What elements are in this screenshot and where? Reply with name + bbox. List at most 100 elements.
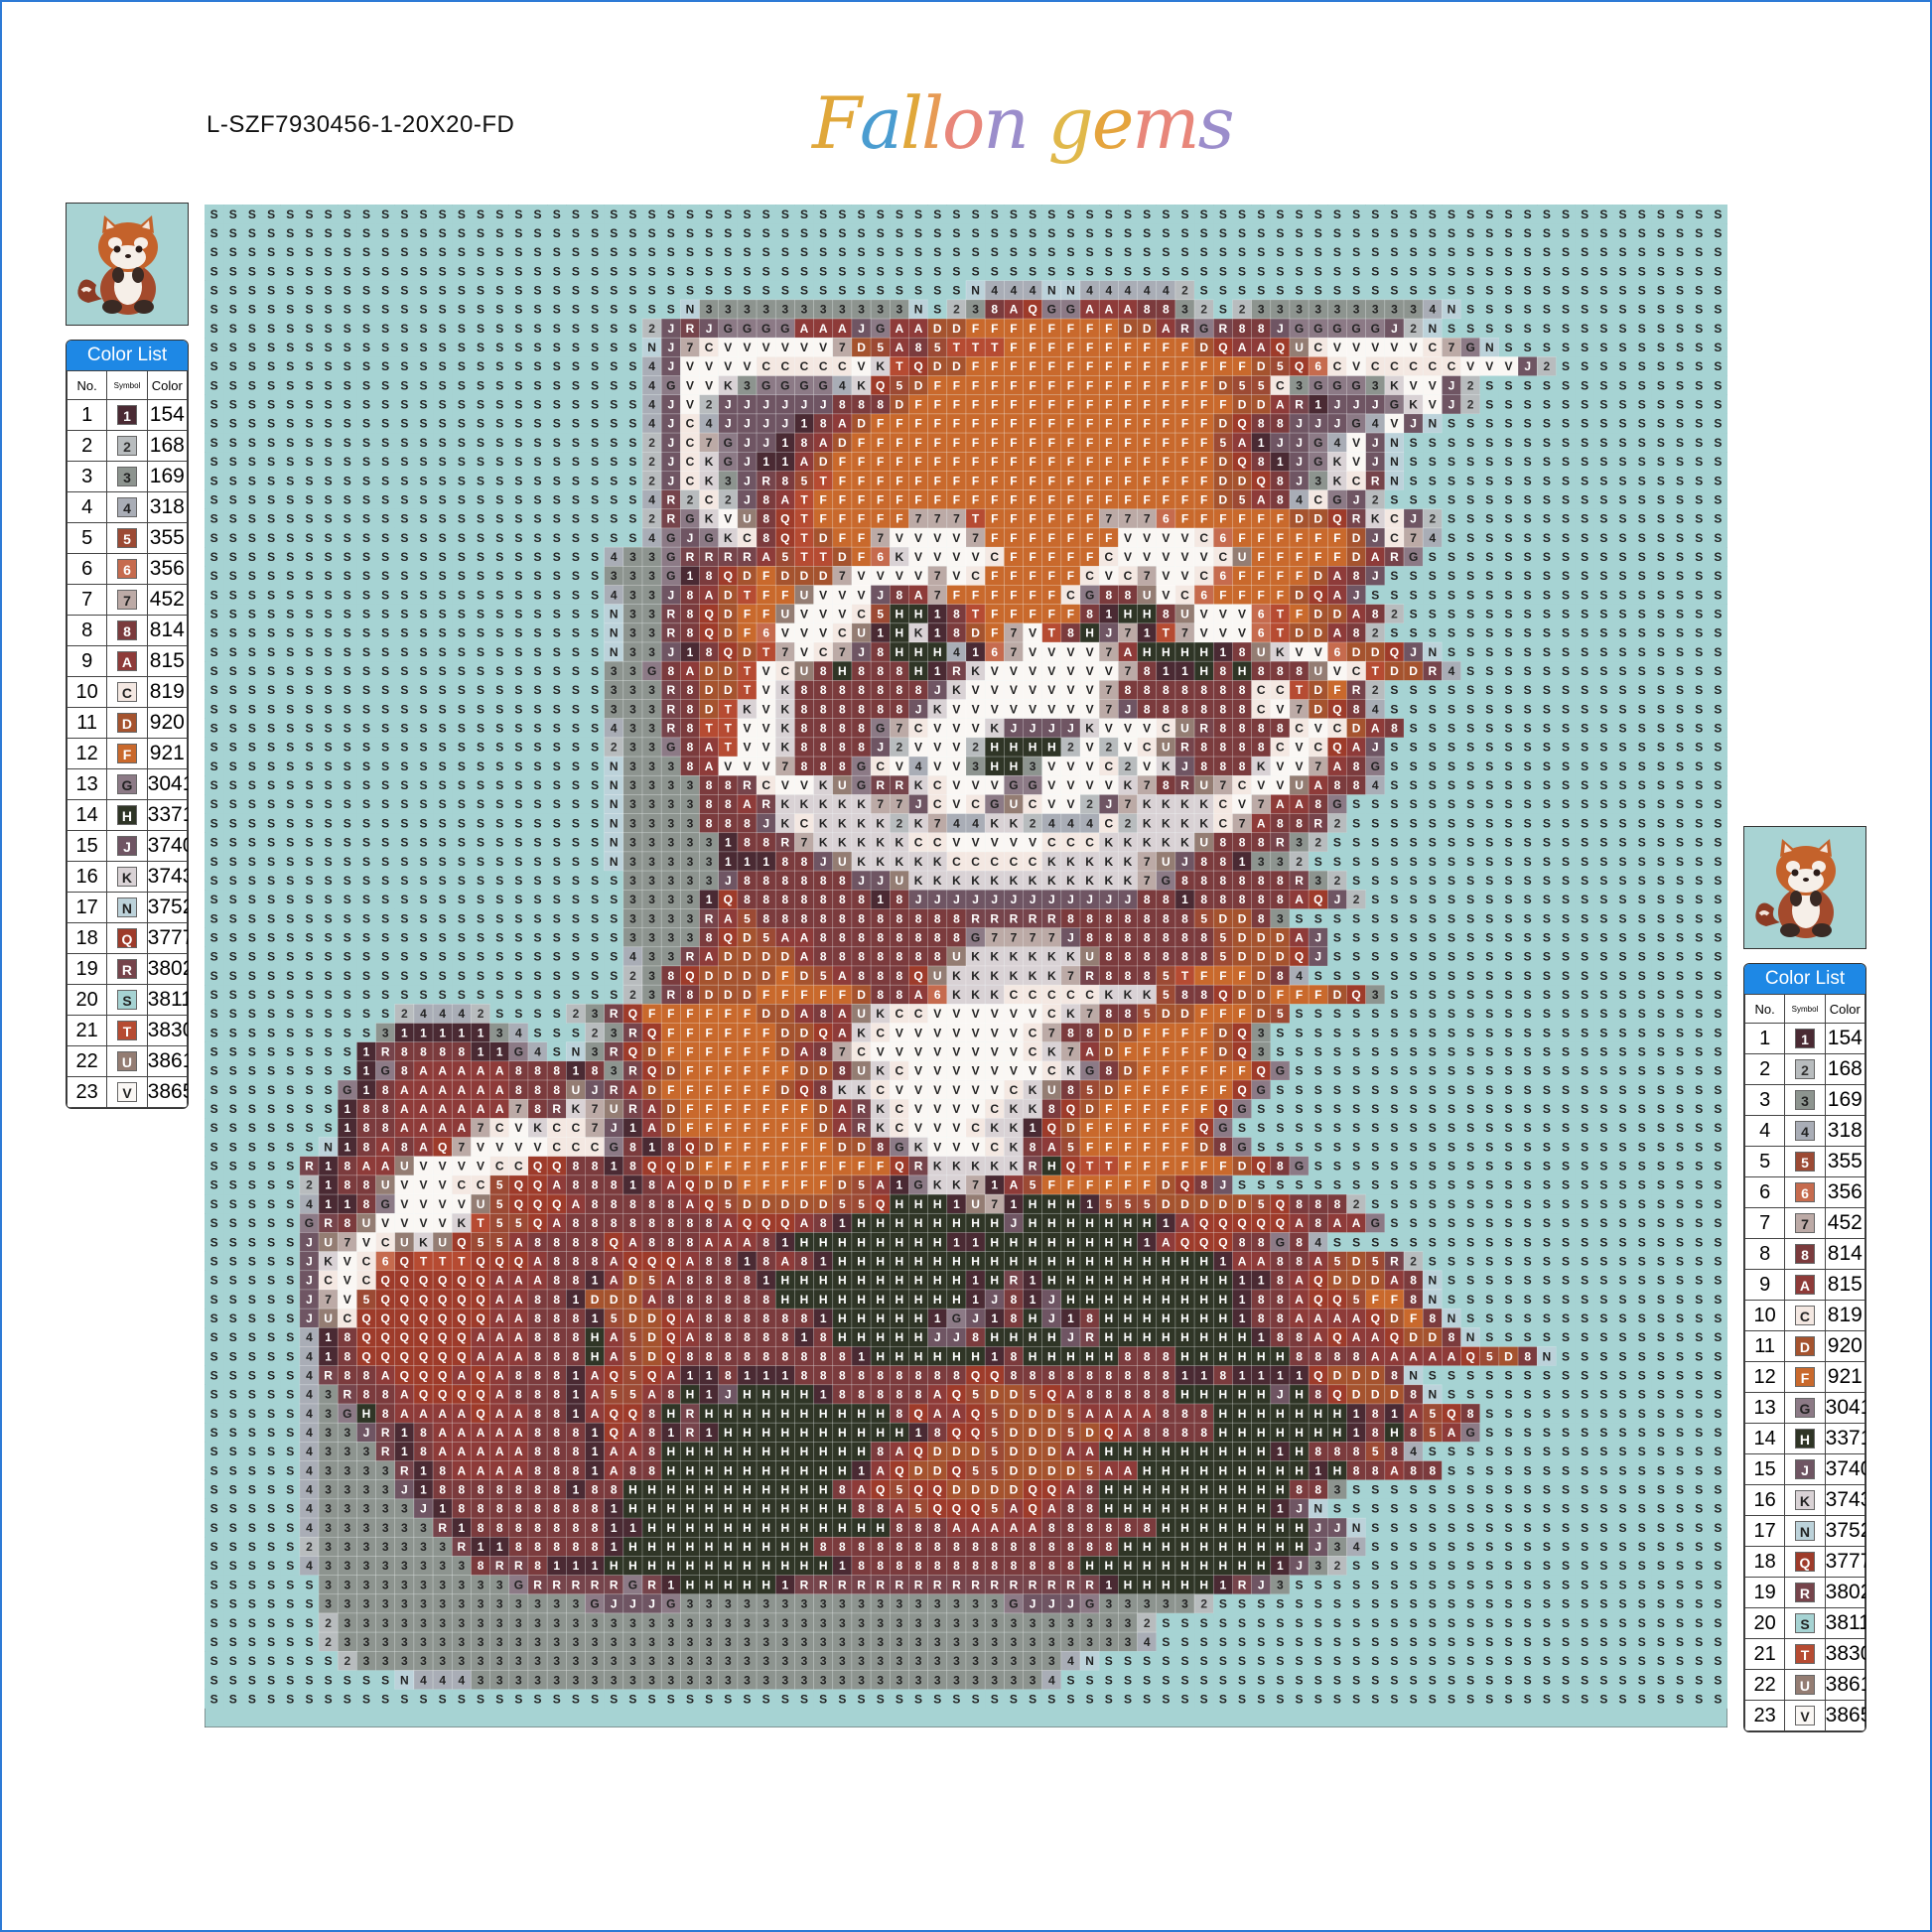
- grid-cell-symbol: J: [744, 474, 751, 487]
- grid-cell-symbol: 8: [1239, 322, 1246, 336]
- grid-cell-symbol: 3: [629, 759, 636, 773]
- grid-cell-symbol: H: [1143, 645, 1152, 659]
- grid-cell-symbol: C: [1199, 531, 1208, 545]
- grid-cell-symbol: S: [1219, 226, 1227, 240]
- grid-cell-symbol: S: [420, 284, 428, 298]
- grid-cell-symbol: S: [1485, 512, 1493, 526]
- grid-cell-symbol: S: [362, 264, 370, 278]
- grid-cell-symbol: S: [210, 207, 218, 221]
- grid-cell-symbol: N: [686, 303, 695, 317]
- grid-cell-symbol: S: [1504, 702, 1512, 716]
- grid-cell-symbol: S: [1371, 226, 1379, 240]
- grid-cell-symbol: J: [667, 341, 674, 354]
- grid-cell-symbol: S: [1657, 341, 1665, 354]
- color-swatch: 1: [116, 405, 137, 425]
- grid-cell-symbol: S: [1466, 492, 1474, 506]
- grid-cell-symbol: F: [1105, 531, 1112, 545]
- grid-cell-symbol: 3: [877, 303, 884, 317]
- grid-cell-symbol: S: [362, 378, 370, 392]
- grid-cell-symbol: U: [1313, 664, 1322, 678]
- grid-cell-symbol: S: [1448, 607, 1455, 621]
- color-swatch: G: [116, 774, 137, 794]
- grid-cell-symbol: S: [267, 550, 275, 564]
- grid-cell-symbol: S: [439, 359, 447, 373]
- grid-cell-symbol: S: [458, 512, 466, 526]
- grid-cell-symbol: S: [305, 226, 313, 240]
- grid-cell-symbol: 8: [1258, 455, 1265, 469]
- grid-cell-symbol: S: [248, 264, 256, 278]
- grid-cell-symbol: V: [914, 741, 922, 755]
- grid-cell-symbol: S: [572, 341, 580, 354]
- grid-cell-symbol: F: [914, 455, 921, 469]
- grid-cell-symbol: S: [305, 588, 313, 602]
- grid-cell-symbol: F: [1124, 417, 1131, 431]
- grid-cell-symbol: S: [972, 207, 980, 221]
- grid-cell-symbol: F: [1086, 550, 1093, 564]
- color-swatch: S: [1794, 1613, 1815, 1633]
- grid-cell-symbol: 3: [611, 683, 618, 697]
- color-list-row: 1 1 154: [1744, 1023, 1865, 1054]
- grid-cell-symbol: S: [1581, 474, 1588, 487]
- row-number: 15: [1744, 1453, 1786, 1485]
- grid-cell-symbol: S: [439, 284, 447, 298]
- grid-cell-symbol: 3: [629, 741, 636, 755]
- grid-cell-symbol: S: [1638, 492, 1646, 506]
- grid-cell-symbol: Q: [1332, 512, 1341, 526]
- grid-cell-symbol: S: [591, 436, 599, 450]
- grid-cell-symbol: F: [1029, 512, 1035, 526]
- grid-cell-symbol: J: [1372, 436, 1379, 450]
- grid-cell-symbol: G: [685, 512, 694, 526]
- grid-cell-symbol: V: [1238, 607, 1246, 621]
- grid-cell-symbol: F: [1238, 512, 1245, 526]
- grid-cell-symbol: S: [1524, 492, 1532, 506]
- grid-cell-symbol: S: [1695, 588, 1703, 602]
- grid-cell-symbol: S: [1695, 474, 1703, 487]
- grid-cell-symbol: S: [1429, 207, 1437, 221]
- grid-cell-symbol: D: [1257, 398, 1266, 412]
- grid-cell-symbol: C: [819, 645, 828, 659]
- grid-cell-symbol: J: [1296, 474, 1303, 487]
- grid-cell-symbol: S: [591, 512, 599, 526]
- row-symbol: V: [106, 1076, 148, 1108]
- grid-cell-symbol: S: [991, 264, 999, 278]
- grid-cell-symbol: S: [400, 322, 408, 336]
- grid-cell-symbol: S: [1695, 226, 1703, 240]
- grid-cell-symbol: V: [838, 607, 846, 621]
- grid-cell-symbol: F: [1124, 378, 1131, 392]
- grid-cell-symbol: J: [706, 322, 713, 336]
- grid-cell-symbol: 8: [687, 626, 694, 640]
- grid-cell-symbol: 8: [1200, 683, 1207, 697]
- grid-cell-symbol: S: [1581, 645, 1588, 659]
- grid-cell-symbol: S: [1714, 207, 1722, 221]
- grid-cell-symbol: 8: [1277, 492, 1284, 506]
- brand-letter: e: [1092, 87, 1135, 159]
- grid-cell-symbol: F: [1181, 455, 1188, 469]
- color-swatch: U: [116, 1051, 137, 1071]
- grid-cell-symbol: S: [1504, 492, 1512, 506]
- grid-cell-symbol: S: [1466, 322, 1474, 336]
- grid-cell-symbol: S: [477, 226, 484, 240]
- grid-cell-symbol: S: [1619, 588, 1627, 602]
- grid-cell-symbol: S: [1333, 226, 1341, 240]
- grid-cell-symbol: S: [572, 207, 580, 221]
- grid-cell-symbol: S: [381, 492, 389, 506]
- grid-cell-symbol: K: [781, 683, 790, 697]
- grid-cell-symbol: S: [1504, 531, 1512, 545]
- grid-cell-symbol: V: [1466, 359, 1474, 373]
- grid-cell-symbol: S: [381, 207, 389, 221]
- row-symbol: D: [1784, 1330, 1826, 1362]
- grid-cell-symbol: S: [1200, 264, 1208, 278]
- grid-cell-symbol: V: [781, 626, 789, 640]
- grid-cell-symbol: S: [325, 359, 333, 373]
- grid-cell-symbol: F: [991, 359, 998, 373]
- grid-cell-symbol: C: [1257, 702, 1266, 716]
- grid-cell-symbol: F: [972, 322, 979, 336]
- grid-cell-symbol: N: [610, 645, 619, 659]
- grid-cell-symbol: S: [514, 284, 522, 298]
- grid-cell-symbol: S: [439, 455, 447, 469]
- color-swatch: 4: [116, 497, 137, 517]
- grid-cell-symbol: D: [1352, 645, 1361, 659]
- grid-cell-symbol: C: [819, 359, 828, 373]
- grid-cell-symbol: C: [1104, 550, 1113, 564]
- grid-cell-symbol: R: [724, 550, 733, 564]
